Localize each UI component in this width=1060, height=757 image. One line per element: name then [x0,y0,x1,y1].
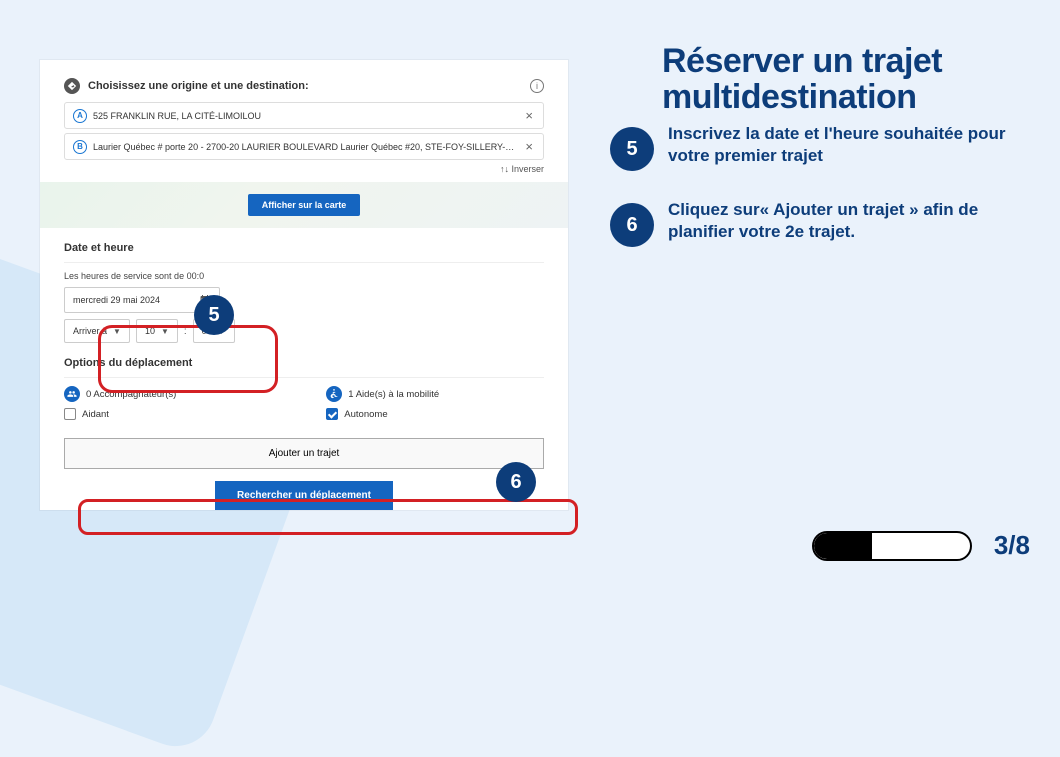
companion-label: 0 Accompagnateur(s) [86,389,176,400]
aidant-checkbox[interactable] [64,408,76,420]
hour-select[interactable]: 10 ▼ [136,319,178,343]
step-6-text: Cliquez sur« Ajouter un trajet » afin de… [668,199,1022,243]
companion-column: 0 Accompagnateur(s) Aidant [64,386,176,420]
destination-input[interactable]: B Laurier Québec # porte 20 - 2700-20 LA… [64,133,544,160]
chevron-down-icon: ▼ [161,327,169,336]
divider [64,262,544,263]
callout-badge-6: 6 [496,462,536,502]
mobility-label: 1 Aide(s) à la mobilité [348,389,439,400]
page-title: Réserver un trajet multidestination [662,44,1022,115]
options-title: Options du déplacement [64,357,544,369]
instructions-column: Réserver un trajet multidestination 5 In… [662,44,1022,247]
step-5-badge: 5 [610,127,654,171]
progress-fill [814,533,873,559]
app-screenshot: Choisissez une origine et une destinatio… [40,60,568,510]
aidant-label: Aidant [82,409,109,420]
callout-badge-5: 5 [194,295,234,335]
map-preview: Afficher sur la carte [40,182,568,228]
divider [64,377,544,378]
options-row: 0 Accompagnateur(s) Aidant 1 Aide(s) à l… [64,386,544,420]
step-5-text: Inscrivez la date et l'heure souhaitée p… [668,123,1022,167]
time-separator: : [184,319,187,343]
progress-bar [812,531,972,561]
accessibility-icon [326,386,342,402]
date-time-block: mercredi 29 mai 2024 Arriver à ▼ 10 ▼ : … [64,287,544,343]
search-trip-button[interactable]: Rechercher un déplacement [215,481,393,510]
service-hours-note: Les heures de service sont de 00:0 [64,271,544,281]
people-icon [64,386,80,402]
origin-text: 525 FRANKLIN RUE, LA CITÉ-LIMOILOU [93,111,517,121]
title-line-2: multidestination [662,78,917,116]
date-time-title: Date et heure [64,242,544,254]
progress-indicator: 3/8 [812,530,1030,561]
date-value: mercredi 29 mai 2024 [73,295,160,305]
invert-button[interactable]: ↑↓ Inverser [64,164,544,174]
show-on-map-button[interactable]: Afficher sur la carte [248,194,361,216]
origin-dest-header: Choisissez une origine et une destinatio… [64,78,544,94]
title-line-1: Réserver un trajet [662,42,942,80]
origin-badge: A [73,109,87,123]
origin-input[interactable]: A 525 FRANKLIN RUE, LA CITÉ-LIMOILOU × [64,102,544,129]
origin-clear-icon[interactable]: × [523,108,535,123]
destination-text: Laurier Québec # porte 20 - 2700-20 LAUR… [93,142,517,152]
directions-icon [64,78,80,94]
chevron-down-icon: ▼ [113,327,121,336]
step-5: 5 Inscrivez la date et l'heure souhaitée… [610,123,1022,171]
destination-clear-icon[interactable]: × [523,139,535,154]
arrive-label: Arriver à [73,326,107,336]
autonome-checkbox[interactable] [326,408,338,420]
progress-label: 3/8 [994,530,1030,561]
info-icon[interactable]: i [530,79,544,93]
destination-badge: B [73,140,87,154]
origin-dest-title: Choisissez une origine et une destinatio… [88,80,309,92]
add-trip-button[interactable]: Ajouter un trajet [64,438,544,469]
hour-value: 10 [145,326,155,336]
mobility-column: 1 Aide(s) à la mobilité Autonome [326,386,439,420]
step-6-badge: 6 [610,203,654,247]
autonome-label: Autonome [344,409,387,420]
step-6: 6 Cliquez sur« Ajouter un trajet » afin … [610,199,1022,247]
arrive-depart-select[interactable]: Arriver à ▼ [64,319,130,343]
